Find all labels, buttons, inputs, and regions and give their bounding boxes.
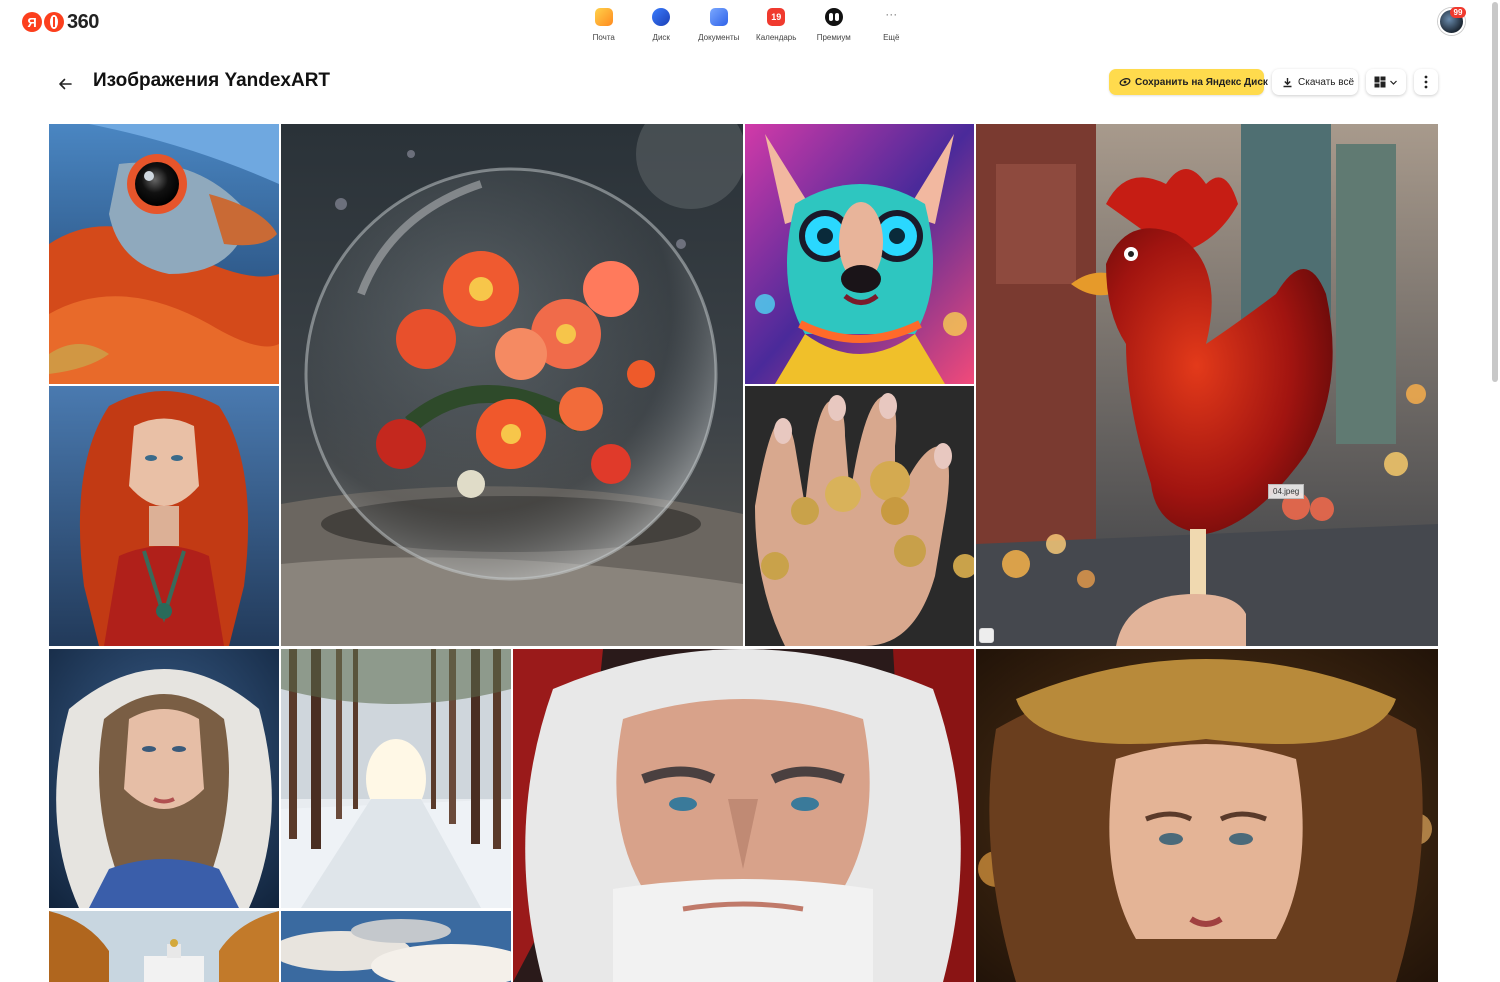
gallery-image-autumn-palace[interactable] [49, 911, 279, 982]
flower-sphere-image [281, 124, 743, 646]
more-actions-button[interactable] [1414, 69, 1438, 95]
save-to-disk-button[interactable]: Сохранить на Яндекс Диск [1109, 69, 1268, 95]
app-mail[interactable]: Почта [575, 6, 633, 42]
gallery-image-clouds[interactable] [281, 911, 511, 982]
gallery-image-red-haired-woman[interactable] [49, 386, 279, 646]
calendar-icon: 19 [767, 8, 786, 26]
app-more-label: Ещё [883, 33, 900, 42]
app-more[interactable]: ··· Ещё [863, 6, 921, 42]
app-calendar[interactable]: 19 Календарь [748, 6, 806, 42]
gold-rings-image [745, 386, 974, 646]
notification-badge: 99 [1450, 7, 1466, 18]
more-icon: ··· [885, 7, 898, 21]
rooster-lollipop-image [976, 124, 1438, 646]
gallery-image-bird[interactable] [49, 124, 279, 384]
neon-dog-image [745, 124, 974, 384]
grid-view-icon [1374, 76, 1386, 88]
logo-360-text: 360 [67, 10, 99, 33]
download-all-button[interactable]: Скачать всё [1272, 69, 1358, 95]
gallery-image-neon-dog[interactable] [745, 124, 974, 384]
golden-headdress-image [976, 649, 1438, 982]
documents-icon [709, 8, 728, 26]
mail-icon [594, 8, 613, 26]
gallery-image-snowy-forest[interactable] [281, 649, 511, 908]
select-checkbox[interactable] [979, 628, 994, 643]
app-calendar-label: Календарь [756, 33, 797, 42]
yandex-360-page: Я 360 Почта Диск Документы 19 Календарь … [0, 0, 1500, 982]
app-disk[interactable]: Диск [633, 6, 691, 42]
bird-image [49, 124, 279, 384]
snowy-forest-image [281, 649, 511, 908]
logo-eye-mark [44, 12, 64, 32]
fur-hood-woman-image [49, 649, 279, 908]
chevron-down-icon [1390, 80, 1397, 85]
app-premium-label: Премиум [816, 33, 851, 42]
page-title: Изображения YandexART [93, 70, 331, 91]
app-mail-label: Почта [592, 33, 615, 42]
back-button[interactable] [55, 74, 75, 94]
gallery-image-rooster-lollipop[interactable] [976, 124, 1438, 646]
scrollbar-thumb[interactable] [1492, 2, 1498, 382]
gallery-image-gold-rings[interactable] [745, 386, 974, 646]
app-documents[interactable]: Документы [690, 6, 748, 42]
clouds-image [281, 911, 511, 982]
logo-ya-mark: Я [22, 12, 42, 32]
app-documents-label: Документы [698, 33, 740, 42]
yandex-360-logo[interactable]: Я 360 [22, 10, 99, 34]
app-switcher: Почта Диск Документы 19 Календарь Премиу… [575, 6, 920, 42]
download-icon [1283, 77, 1292, 87]
santa-image [513, 649, 974, 982]
kebab-menu-icon [1424, 75, 1428, 89]
gallery-image-fur-hood-woman[interactable] [49, 649, 279, 908]
app-disk-label: Диск [652, 33, 670, 42]
filename-tooltip: 04.jpeg [1268, 484, 1305, 499]
gallery-image-golden-headdress[interactable] [976, 649, 1438, 982]
gallery-image-santa[interactable] [513, 649, 974, 982]
disk-icon [652, 8, 671, 26]
gallery-image-flower-sphere[interactable] [281, 124, 743, 646]
arrow-left-icon [59, 78, 72, 90]
red-haired-woman-image [49, 386, 279, 646]
download-all-label: Скачать всё [1298, 76, 1355, 88]
autumn-palace-image [49, 911, 279, 982]
app-premium[interactable]: Премиум [805, 6, 863, 42]
premium-icon [824, 8, 843, 26]
view-mode-button[interactable] [1366, 69, 1406, 95]
disk-save-icon [1119, 78, 1131, 86]
save-to-disk-label: Сохранить на Яндекс Диск [1135, 76, 1268, 88]
